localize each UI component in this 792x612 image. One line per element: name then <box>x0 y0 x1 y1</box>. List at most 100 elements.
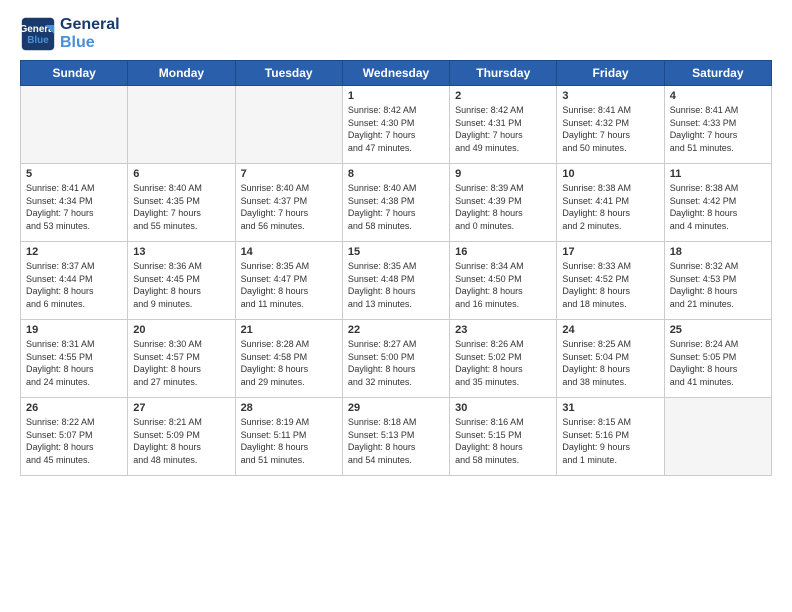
calendar-cell: 28 Sunrise: 8:19 AM Sunset: 5:11 PM Dayli… <box>235 398 342 476</box>
day-number: 5 <box>26 168 122 180</box>
day-number: 31 <box>562 402 658 414</box>
calendar-cell <box>128 86 235 164</box>
day-info: Sunrise: 8:40 AM Sunset: 4:37 PM Dayligh… <box>241 182 337 232</box>
day-number: 8 <box>348 168 444 180</box>
calendar-cell: 5 Sunrise: 8:41 AM Sunset: 4:34 PM Daylig… <box>21 164 128 242</box>
day-info: Sunrise: 8:42 AM Sunset: 4:31 PM Dayligh… <box>455 104 551 154</box>
day-info: Sunrise: 8:21 AM Sunset: 5:09 PM Dayligh… <box>133 416 229 466</box>
logo-text: General Blue <box>60 16 120 51</box>
day-number: 14 <box>241 246 337 258</box>
day-info: Sunrise: 8:37 AM Sunset: 4:44 PM Dayligh… <box>26 260 122 310</box>
weekday-header-sunday: Sunday <box>21 61 128 86</box>
calendar-cell: 25Sunrise: 8:24 AM Sunset: 5:05 PM Dayli… <box>664 320 771 398</box>
day-number: 26 <box>26 402 122 414</box>
day-info: Sunrise: 8:33 AM Sunset: 4:52 PM Dayligh… <box>562 260 658 310</box>
day-number: 21 <box>241 324 337 336</box>
svg-text:Blue: Blue <box>27 35 49 46</box>
calendar-cell: 12Sunrise: 8:37 AM Sunset: 4:44 PM Dayli… <box>21 242 128 320</box>
week-row-4: 19 Sunrise: 8:31 AM Sunset: 4:55 PM Dayli… <box>21 320 772 398</box>
day-number: 20 <box>133 324 229 336</box>
calendar-cell: 24 Sunrise: 8:25 AM Sunset: 5:04 PM Dayli… <box>557 320 664 398</box>
calendar-cell: 2 Sunrise: 8:42 AM Sunset: 4:31 PM Daylig… <box>450 86 557 164</box>
day-number: 17 <box>562 246 658 258</box>
calendar-cell: 17 Sunrise: 8:33 AM Sunset: 4:52 PM Dayli… <box>557 242 664 320</box>
day-number: 28 <box>241 402 337 414</box>
day-number: 23 <box>455 324 551 336</box>
day-info: Sunrise: 8:15 AM Sunset: 5:16 PM Dayligh… <box>562 416 658 466</box>
calendar-cell <box>235 86 342 164</box>
day-info: Sunrise: 8:41 AM Sunset: 4:33 PM Dayligh… <box>670 104 766 154</box>
calendar-cell: 7 Sunrise: 8:40 AM Sunset: 4:37 PM Daylig… <box>235 164 342 242</box>
day-info: Sunrise: 8:26 AM Sunset: 5:02 PM Dayligh… <box>455 338 551 388</box>
day-info: Sunrise: 8:30 AM Sunset: 4:57 PM Dayligh… <box>133 338 229 388</box>
calendar-cell: 11 Sunrise: 8:38 AM Sunset: 4:42 PM Dayli… <box>664 164 771 242</box>
calendar-cell: 31 Sunrise: 8:15 AM Sunset: 5:16 PM Dayli… <box>557 398 664 476</box>
day-info: Sunrise: 8:41 AM Sunset: 4:34 PM Dayligh… <box>26 182 122 232</box>
day-number: 19 <box>26 324 122 336</box>
calendar-cell: 15 Sunrise: 8:35 AM Sunset: 4:48 PM Dayli… <box>342 242 449 320</box>
day-info: Sunrise: 8:40 AM Sunset: 4:38 PM Dayligh… <box>348 182 444 232</box>
weekday-header-monday: Monday <box>128 61 235 86</box>
calendar-cell: 30Sunrise: 8:16 AM Sunset: 5:15 PM Dayli… <box>450 398 557 476</box>
day-number: 16 <box>455 246 551 258</box>
day-info: Sunrise: 8:38 AM Sunset: 4:41 PM Dayligh… <box>562 182 658 232</box>
calendar-cell: 4 Sunrise: 8:41 AM Sunset: 4:33 PM Daylig… <box>664 86 771 164</box>
day-info: Sunrise: 8:36 AM Sunset: 4:45 PM Dayligh… <box>133 260 229 310</box>
header: General Blue General Blue <box>20 16 772 52</box>
calendar-cell: 6 Sunrise: 8:40 AM Sunset: 4:35 PM Daylig… <box>128 164 235 242</box>
calendar-cell: 21 Sunrise: 8:28 AM Sunset: 4:58 PM Dayli… <box>235 320 342 398</box>
day-info: Sunrise: 8:42 AM Sunset: 4:30 PM Dayligh… <box>348 104 444 154</box>
day-info: Sunrise: 8:35 AM Sunset: 4:47 PM Dayligh… <box>241 260 337 310</box>
day-info: Sunrise: 8:28 AM Sunset: 4:58 PM Dayligh… <box>241 338 337 388</box>
day-info: Sunrise: 8:41 AM Sunset: 4:32 PM Dayligh… <box>562 104 658 154</box>
calendar-cell: 1 Sunrise: 8:42 AM Sunset: 4:30 PM Daylig… <box>342 86 449 164</box>
logo-icon: General Blue <box>20 16 56 52</box>
day-number: 11 <box>670 168 766 180</box>
day-number: 24 <box>562 324 658 336</box>
weekday-header-tuesday: Tuesday <box>235 61 342 86</box>
day-number: 10 <box>562 168 658 180</box>
calendar-cell: 14 Sunrise: 8:35 AM Sunset: 4:47 PM Dayli… <box>235 242 342 320</box>
day-number: 15 <box>348 246 444 258</box>
day-number: 18 <box>670 246 766 258</box>
calendar-cell: 20 Sunrise: 8:30 AM Sunset: 4:57 PM Dayli… <box>128 320 235 398</box>
day-number: 30 <box>455 402 551 414</box>
day-number: 3 <box>562 90 658 102</box>
day-info: Sunrise: 8:22 AM Sunset: 5:07 PM Dayligh… <box>26 416 122 466</box>
day-number: 13 <box>133 246 229 258</box>
day-info: Sunrise: 8:39 AM Sunset: 4:39 PM Dayligh… <box>455 182 551 232</box>
day-number: 4 <box>670 90 766 102</box>
day-number: 22 <box>348 324 444 336</box>
calendar-cell: 10 Sunrise: 8:38 AM Sunset: 4:41 PM Dayli… <box>557 164 664 242</box>
weekday-header-saturday: Saturday <box>664 61 771 86</box>
calendar-cell: 19 Sunrise: 8:31 AM Sunset: 4:55 PM Dayli… <box>21 320 128 398</box>
day-info: Sunrise: 8:35 AM Sunset: 4:48 PM Dayligh… <box>348 260 444 310</box>
week-row-1: 1 Sunrise: 8:42 AM Sunset: 4:30 PM Daylig… <box>21 86 772 164</box>
calendar-table: SundayMondayTuesdayWednesdayThursdayFrid… <box>20 60 772 476</box>
day-number: 6 <box>133 168 229 180</box>
day-number: 1 <box>348 90 444 102</box>
weekday-header-wednesday: Wednesday <box>342 61 449 86</box>
calendar-cell: 23 Sunrise: 8:26 AM Sunset: 5:02 PM Dayli… <box>450 320 557 398</box>
weekday-header-row: SundayMondayTuesdayWednesdayThursdayFrid… <box>21 61 772 86</box>
calendar-cell: 8 Sunrise: 8:40 AM Sunset: 4:38 PM Daylig… <box>342 164 449 242</box>
day-info: Sunrise: 8:18 AM Sunset: 5:13 PM Dayligh… <box>348 416 444 466</box>
calendar-cell: 29 Sunrise: 8:18 AM Sunset: 5:13 PM Dayli… <box>342 398 449 476</box>
day-info: Sunrise: 8:40 AM Sunset: 4:35 PM Dayligh… <box>133 182 229 232</box>
day-info: Sunrise: 8:38 AM Sunset: 4:42 PM Dayligh… <box>670 182 766 232</box>
logo: General Blue General Blue <box>20 16 120 52</box>
week-row-3: 12Sunrise: 8:37 AM Sunset: 4:44 PM Dayli… <box>21 242 772 320</box>
page: General Blue General Blue SundayMondayTu… <box>0 0 792 486</box>
day-number: 27 <box>133 402 229 414</box>
weekday-header-friday: Friday <box>557 61 664 86</box>
calendar-cell <box>664 398 771 476</box>
weekday-header-thursday: Thursday <box>450 61 557 86</box>
day-info: Sunrise: 8:31 AM Sunset: 4:55 PM Dayligh… <box>26 338 122 388</box>
day-number: 7 <box>241 168 337 180</box>
day-number: 29 <box>348 402 444 414</box>
day-info: Sunrise: 8:25 AM Sunset: 5:04 PM Dayligh… <box>562 338 658 388</box>
calendar-cell: 27 Sunrise: 8:21 AM Sunset: 5:09 PM Dayli… <box>128 398 235 476</box>
day-info: Sunrise: 8:19 AM Sunset: 5:11 PM Dayligh… <box>241 416 337 466</box>
day-number: 2 <box>455 90 551 102</box>
calendar-cell: 22Sunrise: 8:27 AM Sunset: 5:00 PM Dayli… <box>342 320 449 398</box>
